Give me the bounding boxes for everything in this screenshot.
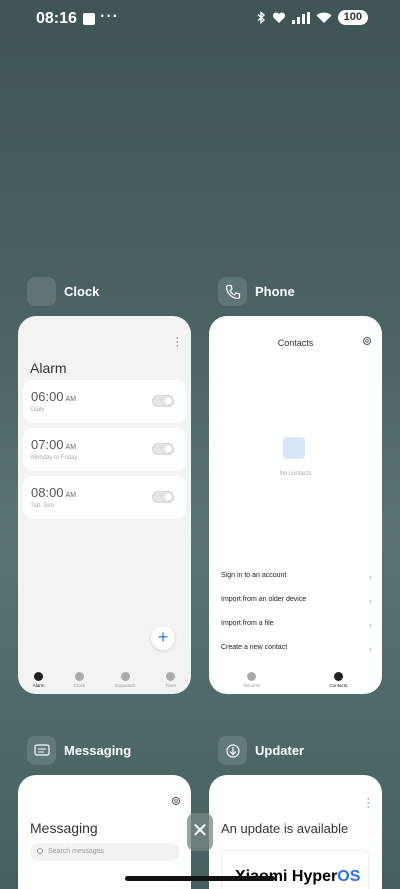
more-options-icon: · · ·: [175, 332, 179, 352]
menu-item-create-contact: Create a new contact ›: [221, 644, 372, 654]
search-placeholder: Search messages: [48, 848, 105, 855]
clock-app-label: Clock: [64, 284, 100, 299]
chevron-right-icon: ›: [369, 644, 372, 654]
tab-clock: Clock: [74, 672, 85, 688]
alarm-toggle: [152, 443, 174, 455]
add-alarm-plus-icon: +: [151, 626, 175, 650]
update-icon: [225, 743, 240, 758]
clear-all-button[interactable]: ✕: [187, 813, 213, 851]
clock-bottom-tabs: Alarm Clock Stopwatch Timer: [18, 672, 191, 688]
chevron-right-icon: ›: [369, 572, 372, 582]
clock-app-icon: [27, 277, 56, 306]
alarm-time: 06:00: [31, 389, 64, 404]
phone-icon: [247, 672, 257, 681]
clock-icon: [74, 672, 84, 681]
phone-icon: [225, 284, 240, 299]
alarm-title: Alarm: [30, 360, 67, 376]
phone-app-icon: [218, 277, 247, 306]
contacts-title: Contacts: [277, 338, 314, 348]
alarm-time: 08:00: [31, 485, 64, 500]
tab-timer: Timer: [165, 672, 176, 688]
messaging-app-label: Messaging: [64, 743, 132, 758]
tab-alarm: Alarm: [33, 672, 44, 688]
updater-app-header[interactable]: Updater: [218, 736, 304, 765]
tab-recents: Recents: [244, 672, 260, 688]
chevron-right-icon: ›: [369, 596, 372, 606]
heart-icon: [272, 11, 285, 23]
home-indicator[interactable]: [125, 876, 275, 881]
alarm-time: 07:00: [31, 437, 64, 452]
alarm-item: 08:00 AM Sat, Sun: [23, 476, 186, 519]
phone-app-label: Phone: [255, 284, 295, 299]
alarm-ampm: AM: [65, 396, 77, 403]
alarm-toggle: [152, 395, 174, 407]
gear-icon: [363, 337, 371, 345]
alarm-repeat: Daily: [31, 407, 45, 413]
alarm-repeat: Sat, Sun: [31, 503, 55, 509]
messaging-title: Messaging: [30, 820, 98, 836]
alarm-toggle: [152, 491, 174, 503]
alarm-clock-icon: [34, 672, 44, 681]
chat-bubble-icon: [33, 743, 50, 756]
alarm-ampm: AM: [65, 492, 77, 499]
updater-app-label: Updater: [255, 743, 305, 758]
messaging-app-card[interactable]: Messaging Search messages: [18, 775, 191, 889]
updater-app-icon: [218, 736, 247, 765]
menu-item-import-file: Import from a file ›: [221, 620, 372, 630]
menu-item-sign-in: Sign in to an account ›: [221, 572, 372, 582]
more-notifications-icon: ···: [100, 8, 119, 25]
status-bar: 08:16 ··· 100: [0, 0, 400, 38]
phone-app-card[interactable]: Contacts No contacts Sign in to an accou…: [209, 316, 382, 694]
hourglass-icon: [166, 672, 176, 681]
search-icon: [37, 848, 43, 854]
alarm-repeat: Monday to Friday: [31, 455, 78, 461]
menu-item-import-older-device: Import from an older device ›: [221, 596, 372, 606]
messaging-app-header[interactable]: Messaging: [27, 736, 131, 765]
more-options-icon: · · ·: [366, 793, 370, 813]
stopwatch-icon: [120, 672, 130, 681]
alarm-item: 06:00 AM Daily: [23, 380, 186, 423]
alarm-item: 07:00 AM Monday to Friday: [23, 428, 186, 471]
update-available-title: An update is available: [221, 821, 349, 836]
messaging-app-icon: [27, 736, 56, 765]
tab-contacts: Contacts: [330, 672, 347, 688]
status-time: 08:16: [36, 10, 77, 27]
alarm-ampm: AM: [65, 444, 77, 451]
person-icon: [333, 672, 343, 681]
battery-indicator: 100: [337, 10, 368, 25]
clock-app-header[interactable]: Clock: [27, 277, 99, 306]
phone-app-header[interactable]: Phone: [218, 277, 295, 306]
brand-os: OS: [337, 868, 361, 885]
chevron-right-icon: ›: [369, 620, 372, 630]
search-messages-box: Search messages: [30, 843, 180, 861]
notification-square-icon: [83, 13, 95, 25]
signal-icon: [291, 11, 310, 24]
status-icons: 100: [257, 10, 368, 25]
tab-stopwatch: Stopwatch: [115, 672, 136, 688]
wifi-icon: [316, 12, 332, 23]
gear-icon: [172, 797, 180, 805]
clock-app-card[interactable]: · · · Alarm 06:00 AM Daily 07:00 AM Monday t…: [18, 316, 191, 694]
contact-placeholder-icon: [283, 437, 305, 459]
no-contacts-text: No contacts: [279, 471, 312, 477]
bluetooth-icon: [257, 11, 265, 24]
phone-bottom-tabs: Recents Contacts: [209, 672, 382, 688]
